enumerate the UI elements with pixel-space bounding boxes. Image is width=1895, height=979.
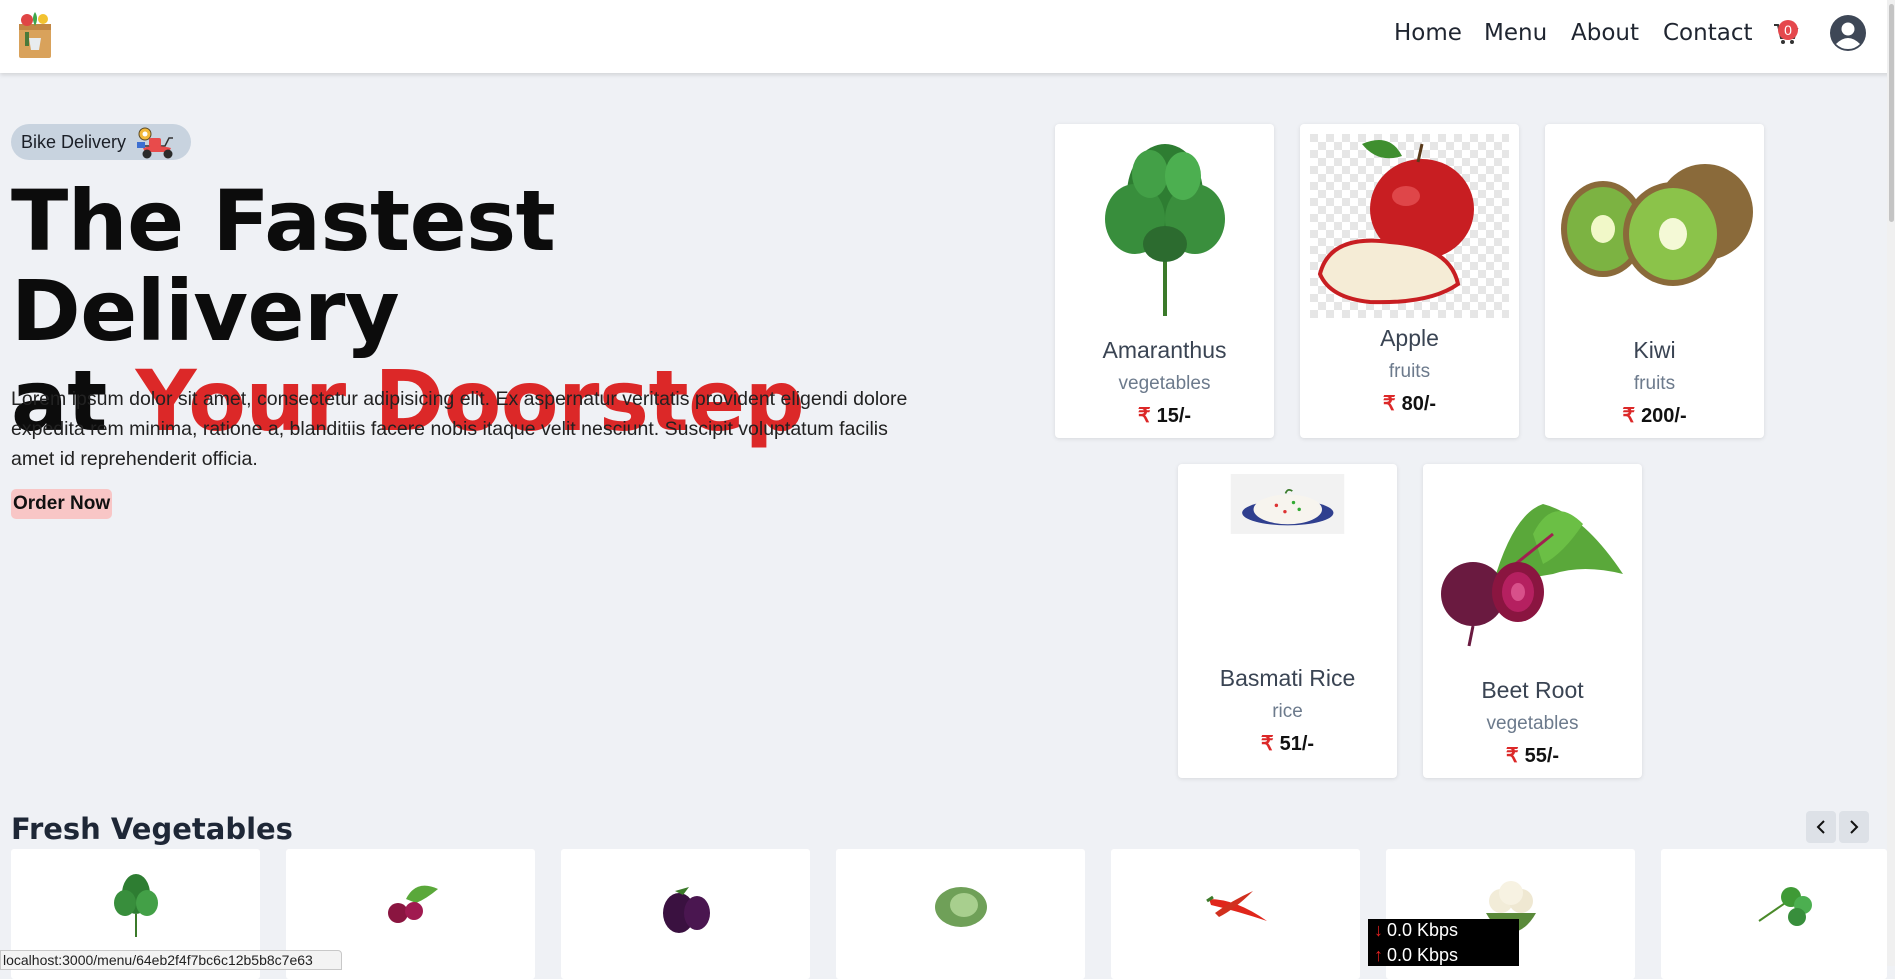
download-speed-value: 0.0 Kbps	[1387, 920, 1459, 940]
coriander-icon	[1758, 887, 1812, 926]
price-value: 200/-	[1641, 405, 1687, 427]
network-speed-widget: ↓ 0.0 Kbps ↑ 0.0 Kbps	[1368, 919, 1519, 966]
amaranthus-leaf-icon	[114, 874, 158, 937]
product-category: vegetables	[1118, 373, 1211, 394]
kiwi-icon	[1561, 164, 1753, 286]
price-value: 51/-	[1279, 733, 1315, 755]
upload-arrow-icon: ↑	[1374, 945, 1383, 965]
vegetable-card[interactable]	[1661, 849, 1887, 979]
carousel-prev-button[interactable]	[1806, 811, 1836, 843]
grocery-bag-icon[interactable]	[11, 8, 59, 60]
radish-icon	[388, 885, 438, 923]
price-value: 55/-	[1524, 745, 1560, 767]
user-avatar-icon[interactable]	[1829, 14, 1867, 52]
product-category: fruits	[1633, 373, 1676, 394]
product-price: ₹55/-	[1423, 743, 1642, 768]
upload-speed-value: 0.0 Kbps	[1387, 945, 1459, 965]
product-price: ₹80/-	[1300, 391, 1519, 416]
rupee-symbol: ₹	[1137, 405, 1151, 427]
chevron-right-icon	[1850, 820, 1859, 834]
rupee-symbol: ₹	[1382, 393, 1396, 415]
product-card-amaranthus[interactable]: Amaranthus vegetables ₹15/-	[1055, 124, 1274, 438]
hero-heading-line1: The Fastest Delivery	[11, 172, 556, 360]
bike-delivery-badge[interactable]: Bike Delivery	[11, 124, 191, 160]
amaranthus-leaf-icon	[1105, 144, 1225, 316]
beetroot-icon	[1441, 504, 1623, 647]
chili-icon	[1206, 891, 1267, 921]
product-price: ₹51/-	[1178, 731, 1397, 756]
product-name: Basmati Rice	[1219, 665, 1356, 691]
product-price: ₹15/-	[1055, 403, 1274, 428]
product-price: ₹200/-	[1545, 403, 1764, 428]
vegetable-card[interactable]	[561, 849, 810, 979]
vegetable-card[interactable]	[836, 849, 1085, 979]
chevron-left-icon	[1816, 820, 1825, 834]
top-navbar: Home Menu About Contact 0	[0, 0, 1895, 73]
nav-about[interactable]: About	[1571, 20, 1639, 46]
price-value: 15/-	[1156, 405, 1192, 427]
rupee-symbol: ₹	[1260, 733, 1274, 755]
order-now-button[interactable]: Order Now	[11, 489, 113, 519]
product-card-basmati-rice[interactable]: Basmati Rice rice ₹51/-	[1178, 464, 1397, 778]
product-category: rice	[1272, 701, 1303, 722]
eggplant-icon	[663, 887, 710, 933]
fresh-vegetables-title: Fresh Vegetables	[11, 812, 293, 846]
nav-home[interactable]: Home	[1394, 20, 1462, 46]
upload-speed: ↑ 0.0 Kbps	[1374, 944, 1458, 966]
apple-icon	[1310, 134, 1509, 318]
product-name: Kiwi	[1633, 337, 1676, 363]
product-category: vegetables	[1486, 713, 1579, 734]
download-arrow-icon: ↓	[1374, 920, 1383, 940]
product-card-apple[interactable]: Apple fruits ₹80/-	[1300, 124, 1519, 438]
product-card-kiwi[interactable]: Kiwi fruits ₹200/-	[1545, 124, 1764, 438]
rice-plate-icon	[1230, 474, 1345, 534]
cabbage-icon	[935, 887, 987, 927]
download-speed: ↓ 0.0 Kbps	[1374, 919, 1458, 941]
badge-label: Bike Delivery	[21, 132, 127, 152]
hero-description: Lorem ipsum dolor sit amet, consectetur …	[11, 388, 908, 470]
product-category: fruits	[1388, 361, 1431, 382]
scrollbar-thumb[interactable]	[1889, 4, 1894, 222]
carousel-next-button[interactable]	[1839, 811, 1869, 843]
rupee-symbol: ₹	[1505, 745, 1519, 767]
nav-contact[interactable]: Contact	[1663, 20, 1752, 46]
rupee-symbol: ₹	[1622, 405, 1636, 427]
scooter-delivery-icon	[137, 127, 173, 159]
product-name: Amaranthus	[1102, 337, 1227, 363]
price-value: 80/-	[1401, 393, 1437, 415]
nav-menu[interactable]: Menu	[1484, 20, 1547, 46]
cart-count-badge: 0	[1778, 20, 1798, 40]
vegetable-card[interactable]	[1111, 849, 1360, 979]
product-card-beet-root[interactable]: Beet Root vegetables ₹55/-	[1423, 464, 1642, 778]
product-name: Apple	[1380, 325, 1439, 351]
browser-status-url: localhost:3000/menu/64eb2f4f7bc6c12b5b8c…	[0, 950, 342, 970]
product-name: Beet Root	[1481, 677, 1584, 703]
